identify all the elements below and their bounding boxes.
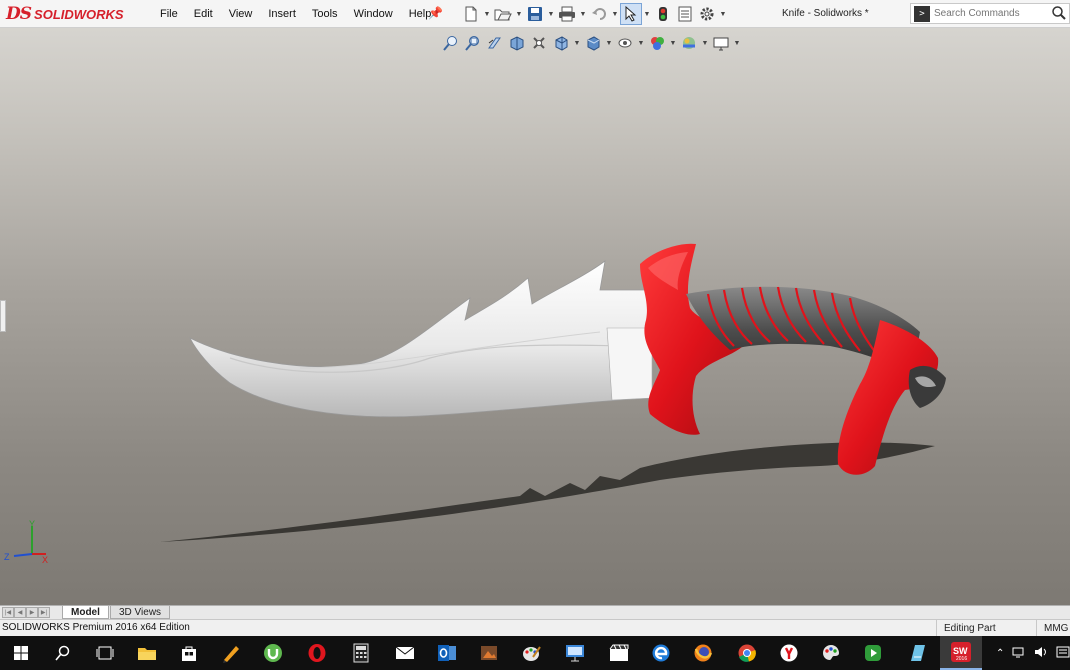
paint-palette-icon[interactable] xyxy=(810,636,852,670)
tab-first-button[interactable]: |◀ xyxy=(2,607,14,618)
knife-model xyxy=(160,243,946,542)
options-gear-icon[interactable] xyxy=(696,3,718,25)
save-icon[interactable] xyxy=(524,3,546,25)
search-prompt-icon: > xyxy=(914,5,930,22)
title-menu-bar: DS SOLIDWORKS File Edit View Insert Tool… xyxy=(0,0,1070,28)
task-view-icon[interactable] xyxy=(84,636,126,670)
edge-icon[interactable] xyxy=(640,636,682,670)
menu-file[interactable]: File xyxy=(152,0,186,28)
camtasia-icon[interactable] xyxy=(852,636,894,670)
select-arrow-icon[interactable] xyxy=(620,3,642,25)
menu-tools[interactable]: Tools xyxy=(304,0,346,28)
notepad-icon[interactable] xyxy=(896,636,938,670)
print-dropdown-caret[interactable]: ▼ xyxy=(578,11,588,18)
volume-icon[interactable] xyxy=(1034,646,1048,661)
tab-next-button[interactable]: ▶ xyxy=(26,607,38,618)
logo-text: SOLIDWORKS xyxy=(34,6,124,22)
new-dropdown-caret[interactable]: ▼ xyxy=(482,11,492,18)
triad-z-label: Z xyxy=(4,552,10,562)
sketch-app-icon[interactable] xyxy=(210,636,252,670)
photo-app-icon[interactable] xyxy=(468,636,510,670)
print-icon[interactable] xyxy=(556,3,578,25)
video-editor-icon[interactable] xyxy=(598,636,640,670)
windows-taskbar: SW 2016 ⌃ xyxy=(0,636,1070,670)
reference-triad: Y Z X xyxy=(4,520,48,564)
menu-view[interactable]: View xyxy=(221,0,261,28)
solidworks-logo[interactable]: DS SOLIDWORKS xyxy=(6,2,136,26)
tab-3d-views[interactable]: 3D Views xyxy=(110,606,171,619)
store-icon[interactable] xyxy=(168,636,210,670)
standard-toolbar: ▼ ▼ ▼ ▼ ▼ ▼ ▼ xyxy=(460,3,728,25)
edition-status: SOLIDWORKS Premium 2016 x64 Edition xyxy=(2,622,190,633)
main-menu: File Edit View Insert Tools Window Help xyxy=(152,0,439,28)
language-icon[interactable] xyxy=(1056,646,1070,661)
graphics-area[interactable]: ▼ ▼ ▼ ▼ ▼ ▼ Y Z X xyxy=(0,28,1070,605)
system-tray: ⌃ xyxy=(996,636,1070,670)
pin-menu-icon[interactable]: 📌 xyxy=(428,6,443,20)
model-tab-strip: |◀ ◀ ▶ ▶| Model 3D Views xyxy=(0,605,1070,619)
status-bar: SOLIDWORKS Premium 2016 x64 Edition Edit… xyxy=(0,619,1070,637)
menu-edit[interactable]: Edit xyxy=(186,0,221,28)
utorrent-icon[interactable] xyxy=(252,636,294,670)
file-properties-icon[interactable] xyxy=(674,3,696,25)
firefox-icon[interactable] xyxy=(682,636,724,670)
calculator-icon[interactable] xyxy=(340,636,382,670)
mail-icon[interactable] xyxy=(384,636,426,670)
search-icon[interactable] xyxy=(1051,5,1067,24)
file-explorer-icon[interactable] xyxy=(126,636,168,670)
select-dropdown-caret[interactable]: ▼ xyxy=(642,11,652,18)
unit-system-status[interactable]: MMG xyxy=(1036,620,1068,637)
knife-shadow xyxy=(160,442,935,542)
tab-model[interactable]: Model xyxy=(62,606,109,619)
remote-desktop-icon[interactable] xyxy=(554,636,596,670)
tab-prev-button[interactable]: ◀ xyxy=(14,607,26,618)
search-icon[interactable] xyxy=(42,636,84,670)
menu-insert[interactable]: Insert xyxy=(260,0,304,28)
options-dropdown-caret[interactable]: ▼ xyxy=(718,11,728,18)
chrome-icon[interactable] xyxy=(726,636,768,670)
open-folder-icon[interactable] xyxy=(492,3,514,25)
outlook-icon[interactable] xyxy=(426,636,468,670)
tray-overflow-chevron-icon[interactable]: ⌃ xyxy=(996,648,1004,659)
undo-dropdown-caret[interactable]: ▼ xyxy=(610,11,620,18)
search-commands-box[interactable]: > xyxy=(910,3,1070,24)
triad-x-label: X xyxy=(42,555,48,564)
undo-icon[interactable] xyxy=(588,3,610,25)
network-icon[interactable] xyxy=(1012,646,1026,661)
window-title: Knife - Solidworks * xyxy=(782,8,869,19)
tab-nav-arrows: |◀ ◀ ▶ ▶| xyxy=(2,607,50,618)
solidworks-badge-year: 2016 xyxy=(956,656,967,662)
opera-icon[interactable] xyxy=(296,636,338,670)
paint-app-icon[interactable] xyxy=(510,636,552,670)
new-document-icon[interactable] xyxy=(460,3,482,25)
triad-y-label: Y xyxy=(29,520,35,529)
save-dropdown-caret[interactable]: ▼ xyxy=(546,11,556,18)
tab-last-button[interactable]: ▶| xyxy=(38,607,50,618)
yandex-icon[interactable] xyxy=(768,636,810,670)
solidworks-badge-text: SW xyxy=(953,646,968,656)
editing-mode-status: Editing Part xyxy=(936,620,1032,637)
open-dropdown-caret[interactable]: ▼ xyxy=(514,11,524,18)
knife-blade xyxy=(189,260,653,418)
blade-ricasso xyxy=(606,327,653,401)
rebuild-traffic-light-icon[interactable] xyxy=(652,3,674,25)
search-input[interactable] xyxy=(934,8,1054,19)
menu-window[interactable]: Window xyxy=(346,0,401,28)
solidworks-icon[interactable]: SW 2016 xyxy=(940,636,982,670)
windows-start-icon[interactable] xyxy=(0,636,42,670)
ds-logo-mark: DS xyxy=(6,4,32,24)
